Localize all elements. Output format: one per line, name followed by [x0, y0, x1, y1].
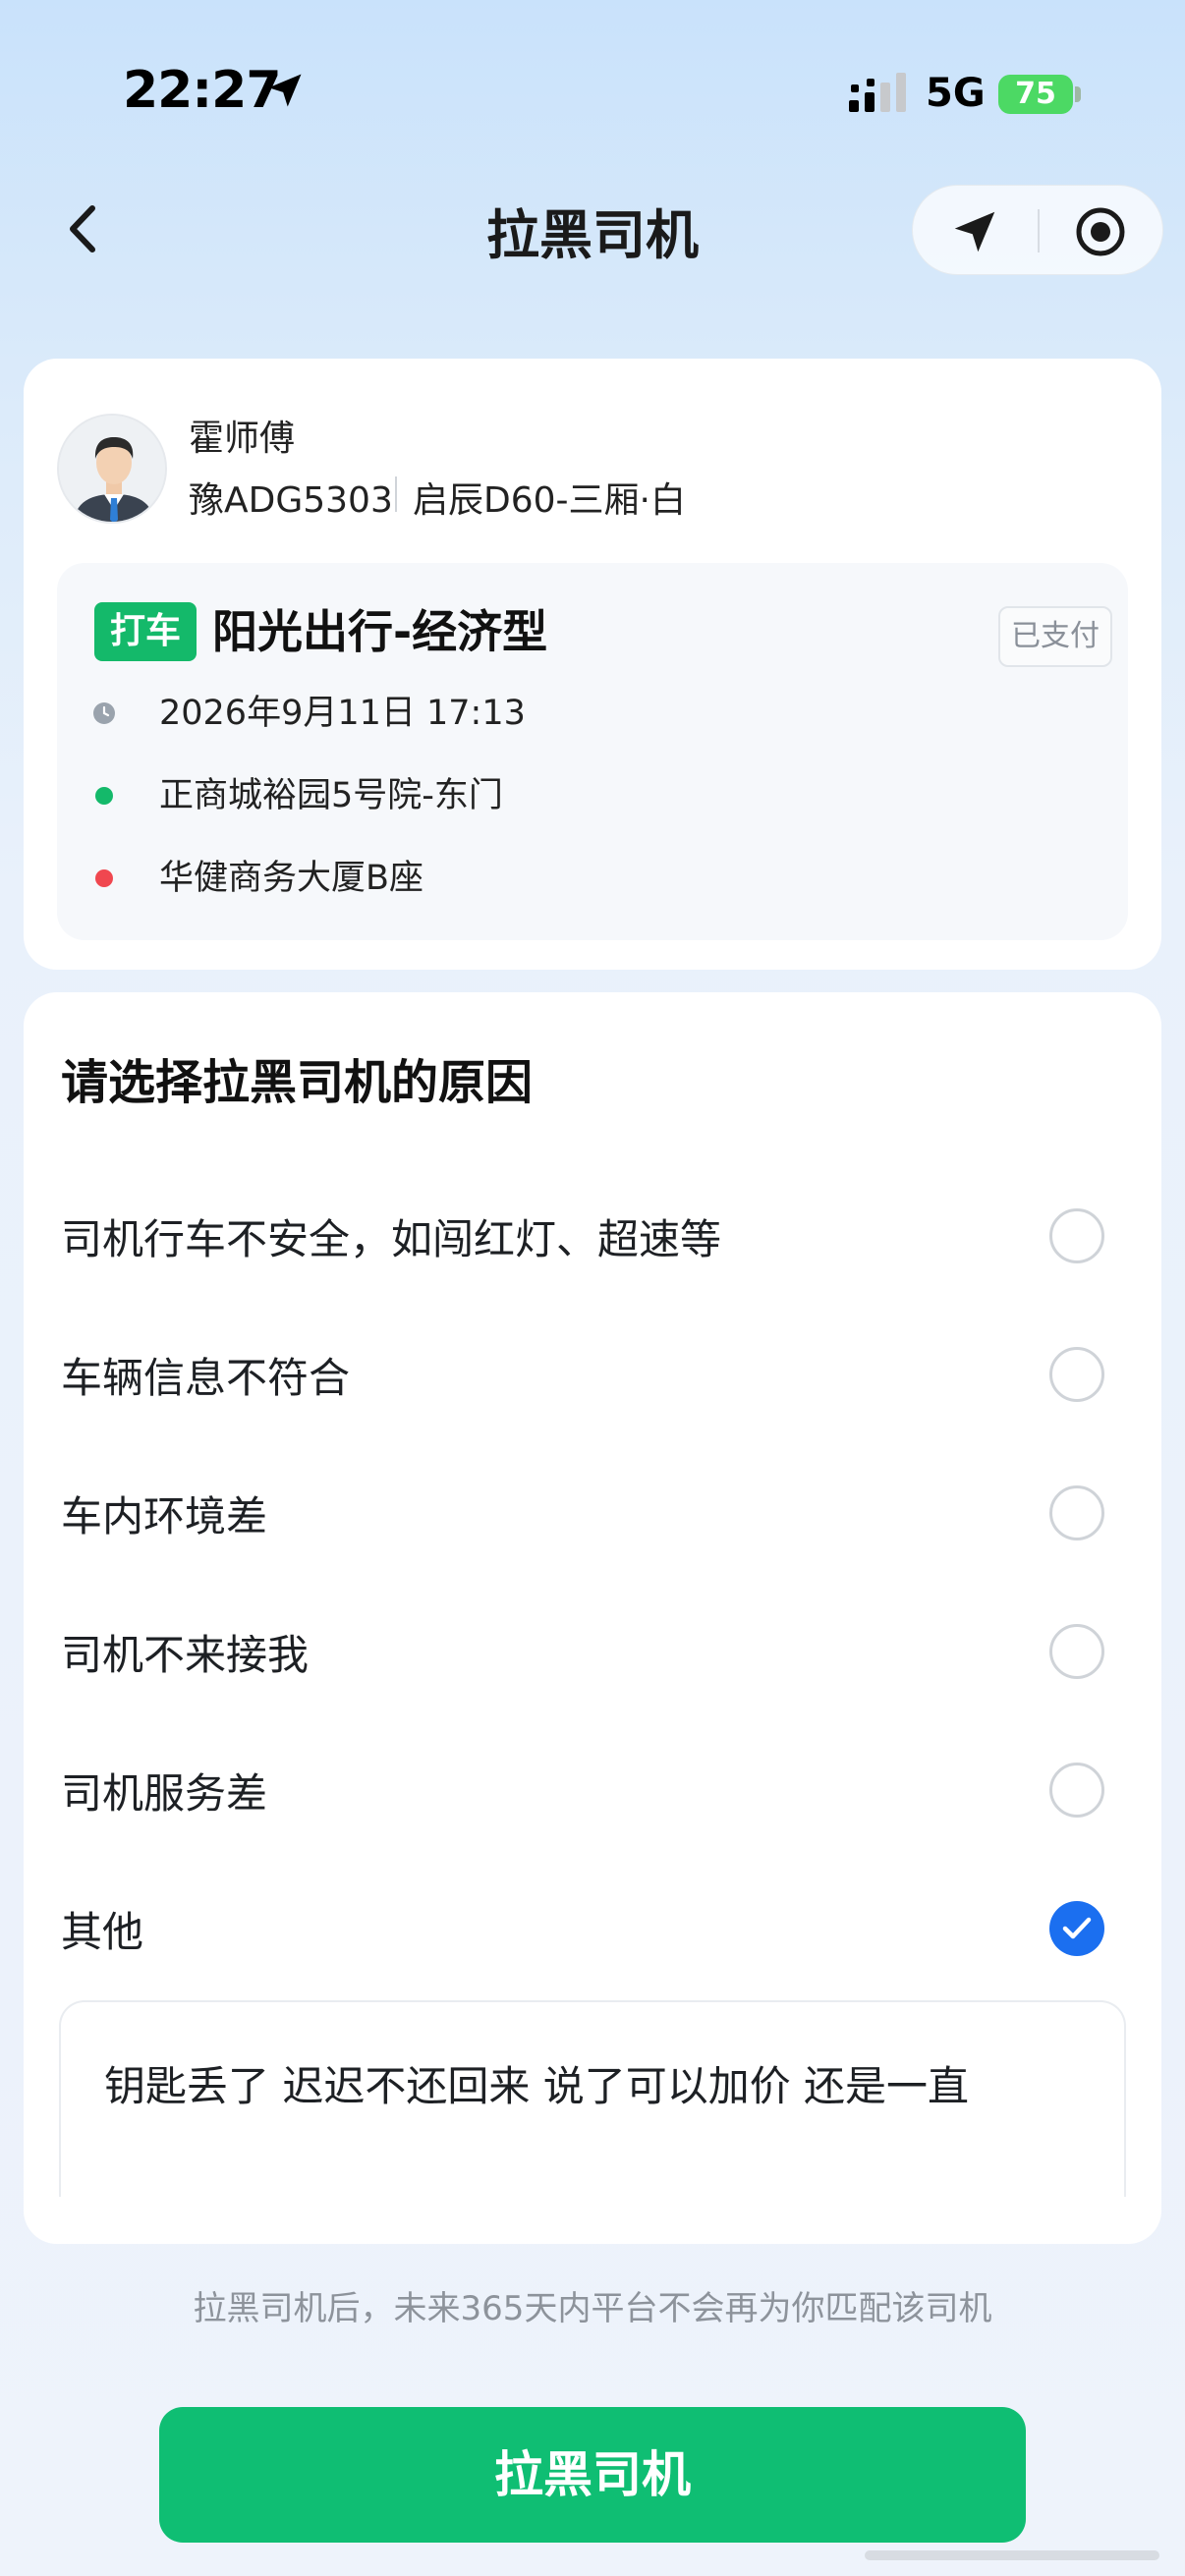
reason-option[interactable]: 其他	[24, 1874, 1161, 1991]
reason-label: 司机服务差	[61, 1769, 268, 1818]
reason-option[interactable]: 车辆信息不符合	[24, 1319, 1161, 1437]
blacklist-notice: 拉黑司机后，未来365天内平台不会再为你匹配该司机	[193, 2289, 992, 2328]
origin-dot-icon	[95, 787, 113, 805]
trip-summary: 打车 阳光出行-经济型 已支付 2026年9月11日 17:13 正商城裕园5号…	[57, 563, 1128, 940]
driver-avatar-icon	[59, 416, 165, 522]
trip-service: 阳光出行-经济型	[212, 605, 548, 658]
radio-button[interactable]	[1049, 1485, 1104, 1540]
destination-dot-icon	[95, 869, 113, 887]
reason-heading: 请选择拉黑司机的原因	[61, 1055, 534, 1110]
radio-button[interactable]	[1049, 1763, 1104, 1818]
blacklist-driver-button[interactable]: 拉黑司机	[159, 2407, 1026, 2543]
reason-label: 司机不来接我	[61, 1631, 310, 1679]
radio-button[interactable]	[1049, 1208, 1104, 1263]
trip-tag: 打车	[94, 602, 198, 661]
battery-level: 75	[1015, 77, 1056, 111]
reason-card: 请选择拉黑司机的原因 司机行车不安全，如闯红灯、超速等 车辆信息不符合 车内环境…	[24, 992, 1161, 2244]
battery-icon: 75	[998, 75, 1073, 114]
payment-status-badge: 已支付	[998, 606, 1112, 667]
home-indicator	[865, 2550, 1159, 2560]
driver-name: 霍师傅	[189, 419, 296, 459]
checkmark-icon	[1062, 1917, 1092, 1939]
cellular-signal-icon	[849, 73, 906, 112]
radio-button[interactable]	[1049, 1347, 1104, 1402]
close-target-icon[interactable]	[1074, 205, 1127, 258]
driver-avatar	[57, 414, 167, 524]
status-bar: 22:27 5G 75	[0, 0, 1185, 187]
reason-label: 司机行车不安全，如闯红灯、超速等	[61, 1215, 722, 1263]
driver-card: 霍师傅 豫ADG5303 启辰D60-三厢·白 打车 阳光出行-经济型 已支付 …	[24, 359, 1161, 970]
status-time: 22:27	[123, 61, 282, 120]
other-reason-text: 钥匙丢了 迟迟不还回来 说了可以加价 还是一直	[104, 2062, 970, 2110]
reason-label: 车辆信息不符合	[61, 1354, 351, 1402]
reason-label: 车内环境差	[61, 1492, 268, 1540]
navigation-arrow-icon[interactable]	[948, 205, 1001, 258]
plate-separator	[395, 476, 397, 512]
trip-datetime: 2026年9月11日 17:13	[159, 694, 526, 733]
radio-button-checked[interactable]	[1049, 1901, 1104, 1956]
clock-icon	[93, 702, 115, 724]
other-reason-textarea[interactable]: 钥匙丢了 迟迟不还回来 说了可以加价 还是一直	[59, 2000, 1126, 2197]
reason-option[interactable]: 司机行车不安全，如闯红灯、超速等	[24, 1181, 1161, 1299]
radio-button[interactable]	[1049, 1624, 1104, 1679]
network-type: 5G	[926, 71, 986, 116]
capsule-divider	[1038, 209, 1040, 252]
trip-destination: 华健商务大厦B座	[159, 859, 424, 898]
reason-option[interactable]: 车内环境差	[24, 1458, 1161, 1576]
miniapp-capsule	[912, 185, 1163, 275]
trip-origin: 正商城裕园5号院-东门	[159, 776, 503, 815]
reason-option[interactable]: 司机服务差	[24, 1735, 1161, 1853]
reason-option[interactable]: 司机不来接我	[24, 1596, 1161, 1714]
driver-plate: 豫ADG5303	[189, 480, 393, 521]
reason-label: 其他	[61, 1908, 144, 1956]
driver-car-model: 启辰D60-三厢·白	[413, 480, 686, 521]
battery-cap	[1075, 86, 1081, 102]
location-arrow-icon	[268, 74, 302, 107]
